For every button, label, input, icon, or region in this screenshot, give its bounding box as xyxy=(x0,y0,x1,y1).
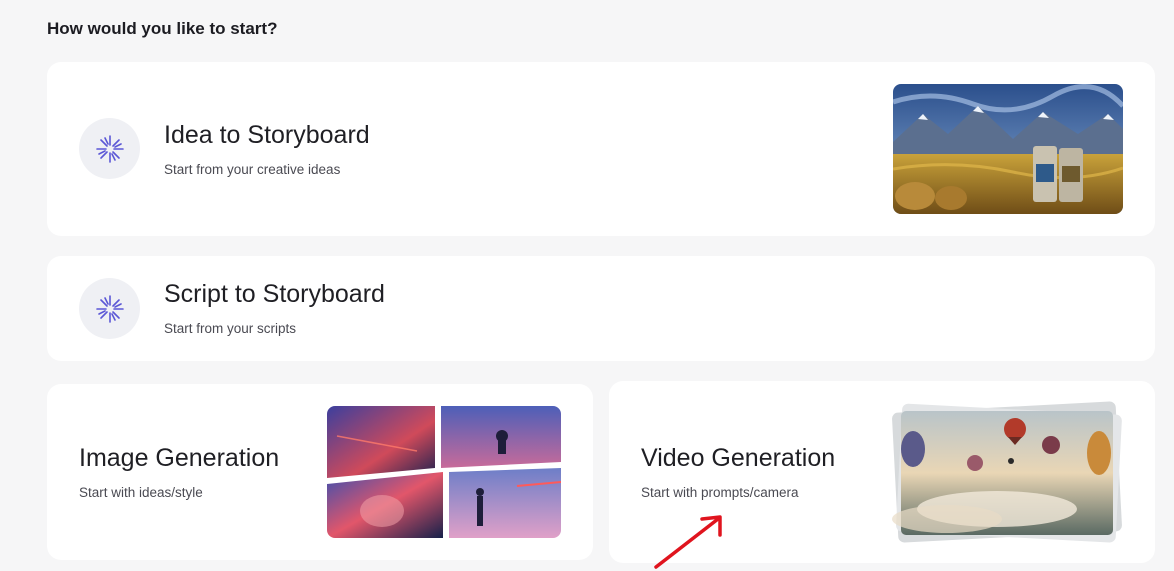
sparkle-icon xyxy=(79,118,140,179)
page-heading: How would you like to start? xyxy=(47,19,278,38)
idea-to-storyboard-card[interactable]: Idea to Storyboard Start from your creat… xyxy=(47,62,1155,236)
card-title: Video Generation xyxy=(641,444,836,472)
sparkle-icon xyxy=(79,278,140,339)
video-stack-thumbnail xyxy=(887,401,1127,543)
card-subtitle: Start with ideas/style xyxy=(79,485,203,500)
card-subtitle: Start from your creative ideas xyxy=(164,162,341,177)
card-title: Idea to Storyboard xyxy=(164,121,370,149)
image-generation-card[interactable]: Image Generation Start with ideas/style xyxy=(47,384,593,560)
card-title: Script to Storyboard xyxy=(164,280,385,308)
annotation-arrow xyxy=(654,515,722,569)
script-to-storyboard-card[interactable]: Script to Storyboard Start from your scr… xyxy=(47,256,1155,361)
card-subtitle: Start from your scripts xyxy=(164,321,297,336)
idea-thumbnail xyxy=(893,84,1123,214)
card-title: Image Generation xyxy=(79,444,280,472)
image-collage-thumbnail xyxy=(327,406,561,538)
card-subtitle: Start with prompts/camera xyxy=(641,485,799,500)
